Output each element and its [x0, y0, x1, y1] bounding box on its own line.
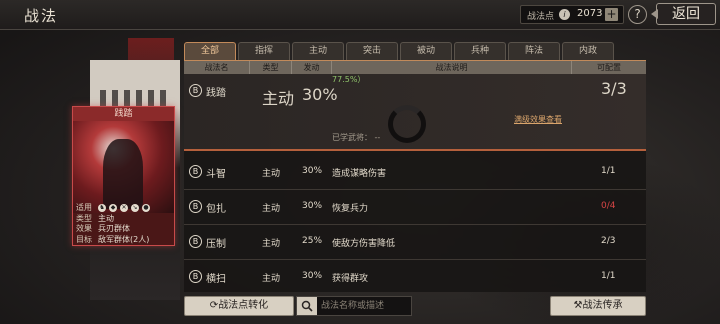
skill-description: 使敌方伤害降低: [332, 239, 396, 249]
skill-capacity: 1/1: [601, 166, 616, 176]
spear-icon: ↘: [131, 204, 139, 213]
table-row[interactable]: B 斗智 主动 30% 造成谋略伤害 1/1: [184, 157, 646, 187]
skill-name: 压制: [206, 239, 226, 250]
row-divider: [184, 189, 646, 190]
skill-type: 主动: [262, 204, 281, 214]
card-row-type: 类型 主动: [76, 213, 114, 223]
skill-type: 主动: [262, 274, 281, 284]
grade-badge: B: [189, 84, 202, 97]
inherit-skill-label: 战法传承: [582, 300, 623, 311]
skill-rate: 30%: [302, 85, 338, 104]
skill-capacity: 2/3: [601, 236, 616, 246]
grade-badge: B: [189, 200, 202, 213]
learned-generals: 已学武将： --: [332, 133, 381, 142]
skill-capacity: 1/1: [601, 271, 616, 281]
tab-command[interactable]: 指挥: [238, 42, 290, 60]
points-label: 战法点: [527, 12, 555, 22]
tab-formation[interactable]: 阵法: [508, 42, 560, 60]
table-row[interactable]: B 压制 主动 25% 使敌方伤害降低 2/3: [184, 227, 646, 257]
help-button[interactable]: ?: [628, 5, 647, 24]
tab-active[interactable]: 主动: [292, 42, 344, 60]
bow-icon: ✕: [120, 204, 128, 213]
grade-badge: B: [189, 165, 202, 178]
add-points-button[interactable]: +: [605, 8, 618, 21]
skill-rate: 30%: [302, 166, 323, 176]
tactic-points-box: 战法点 i 2073 +: [520, 5, 624, 24]
skill-rate: 30%: [302, 271, 323, 281]
grade-badge: B: [189, 270, 202, 283]
info-icon[interactable]: i: [559, 9, 570, 20]
table-row[interactable]: B 包扎 主动 30% 恢复兵力 0/4: [184, 192, 646, 222]
skill-name: 践踏: [206, 88, 226, 99]
convert-points-label: 战法点转化: [218, 300, 269, 311]
top-bar: 战法 战法点 i 2073 + ? 返回: [0, 0, 720, 30]
points-value: 2073: [577, 8, 603, 19]
skill-rate: 25%: [302, 236, 323, 246]
category-tabs: 全部 指挥 主动 突击 被动 兵种 阵法 内政: [184, 42, 614, 60]
tab-all[interactable]: 全部: [184, 42, 236, 60]
column-rate: 发动: [292, 61, 332, 74]
search-box: [296, 296, 412, 316]
loading-spinner-icon: [388, 105, 426, 143]
row-divider: [184, 259, 646, 260]
expanded-skill-row[interactable]: 77.5%） B 践踏 主动 30% 3/3 满级效果查看 已学武将： --: [184, 74, 646, 151]
tab-passive[interactable]: 被动: [400, 42, 452, 60]
description-fragment: 77.5%）: [332, 75, 366, 84]
convert-points-button[interactable]: ⟳战法点转化: [184, 296, 294, 316]
skill-type: 主动: [262, 89, 295, 108]
skill-capacity: 0/4: [601, 201, 616, 211]
skill-name: 斗智: [206, 169, 226, 180]
full-effect-link[interactable]: 满级效果查看: [514, 114, 562, 125]
search-input[interactable]: [321, 299, 409, 313]
skill-description: 恢复兵力: [332, 204, 369, 214]
column-capacity: 可配置: [597, 63, 621, 72]
table-header: 战法名 类型 发动 战法说明 可配置: [184, 61, 646, 74]
skill-name: 包扎: [206, 204, 226, 215]
unit-type-icons: ♞ ◆ ✕ ↘ ●: [98, 203, 174, 214]
skill-description: 造成谋略伤害: [332, 169, 387, 179]
skill-name: 横扫: [206, 274, 226, 285]
column-name: 战法名: [184, 61, 250, 74]
card-row-target: 目标 敌军群体(2人): [76, 234, 150, 244]
tab-troop[interactable]: 兵种: [454, 42, 506, 60]
inherit-skill-button[interactable]: ⚒战法传承: [550, 296, 646, 316]
card-info: 适用 ♞ ◆ ✕ ↘ ● 类型 主动 效果 兵刃群体 目标 敌军群体(2人): [76, 203, 174, 245]
card-row-applicable: 适用 ♞ ◆ ✕ ↘ ●: [76, 203, 174, 214]
vehicle-icon: ●: [142, 204, 150, 213]
column-type: 类型: [250, 61, 292, 74]
tab-internal[interactable]: 内政: [562, 42, 614, 60]
tab-assault[interactable]: 突击: [346, 42, 398, 60]
cycle-icon: ⟳: [209, 300, 219, 311]
skill-type: 主动: [262, 239, 281, 249]
card-row-effect: 效果 兵刃群体: [76, 224, 130, 233]
skill-table: 战法名 类型 发动 战法说明 可配置 77.5%） B 践踏 主动 30% 3/…: [184, 60, 646, 292]
page-title: 战法: [24, 7, 59, 25]
column-description: 战法说明: [332, 61, 572, 74]
search-icon[interactable]: [297, 297, 317, 315]
row-divider: [184, 224, 646, 225]
table-row[interactable]: B 横扫 主动 30% 获得群攻 1/1: [184, 262, 646, 292]
skill-type: 主动: [262, 169, 281, 179]
skill-capacity: 3/3: [601, 79, 627, 98]
shield-icon: ◆: [109, 204, 117, 213]
skill-rate: 30%: [302, 201, 323, 211]
skill-description: 获得群攻: [332, 274, 369, 284]
card-title: 践踏: [73, 107, 174, 121]
card-illustration: [73, 121, 174, 213]
selected-skill-card[interactable]: 践踏 适用 ♞ ◆ ✕ ↘ ● 类型 主动 效果 兵刃群体 目标 敌军群体(2人…: [72, 106, 175, 246]
back-button[interactable]: 返回: [651, 3, 716, 25]
cavalry-icon: ♞: [98, 204, 106, 213]
grade-badge: B: [189, 235, 202, 248]
